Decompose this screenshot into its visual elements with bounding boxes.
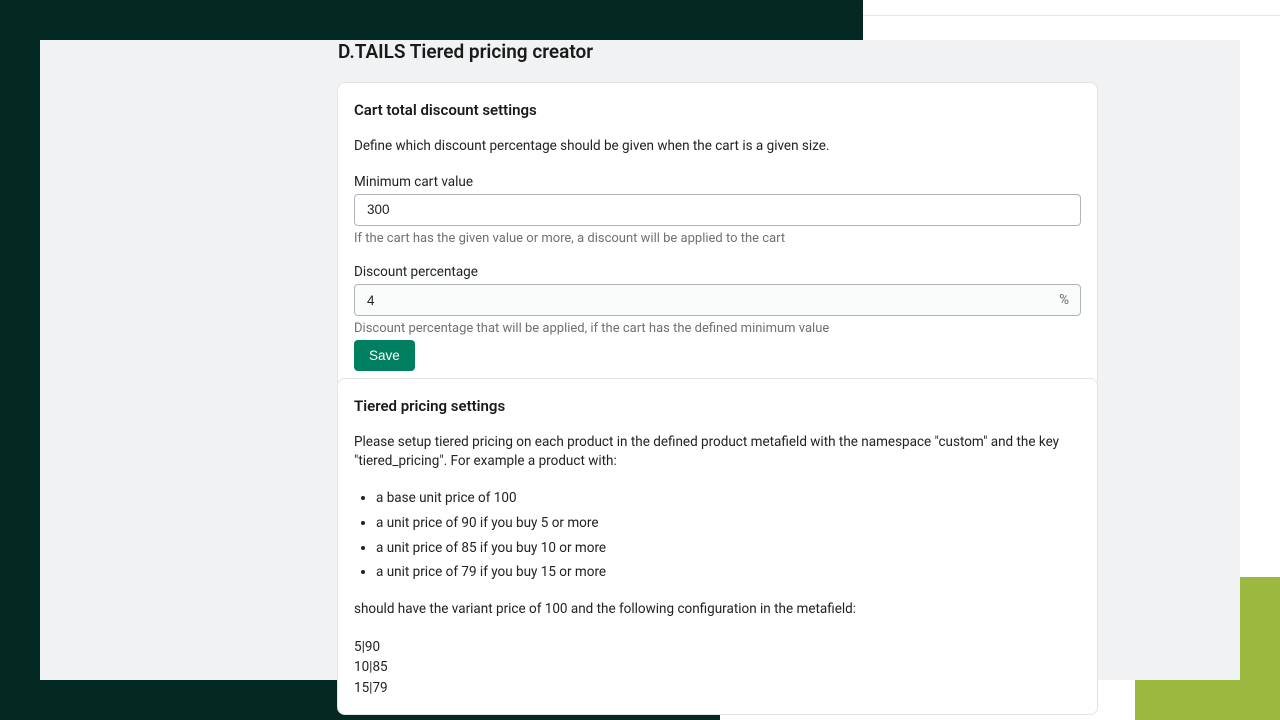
save-button[interactable]: Save	[354, 340, 415, 371]
tiered-pricing-desc: Please setup tiered pricing on each prod…	[354, 433, 1081, 471]
decor-olive-right	[1240, 577, 1280, 680]
min-cart-input[interactable]	[354, 194, 1081, 226]
code-line: 5|90	[354, 637, 1081, 657]
decor-top-divider	[863, 15, 1280, 16]
tiered-pricing-title: Tiered pricing settings	[354, 397, 1081, 415]
decor-dark-top	[0, 0, 863, 40]
discount-pct-label: Discount percentage	[354, 264, 1081, 280]
list-item: a unit price of 90 if you buy 5 or more	[376, 514, 1081, 533]
decor-olive-bottom	[1135, 680, 1280, 720]
code-line: 15|79	[354, 678, 1081, 698]
page-title: D.TAILS Tiered pricing creator	[338, 40, 593, 63]
tiered-pricing-codes: 5|90 10|85 15|79	[354, 637, 1081, 698]
content-area: D.TAILS Tiered pricing creator Cart tota…	[40, 40, 1240, 680]
discount-pct-input[interactable]	[354, 284, 1081, 316]
min-cart-help: If the cart has the given value or more,…	[354, 230, 1081, 248]
list-item: a unit price of 85 if you buy 10 or more	[376, 539, 1081, 558]
min-cart-input-wrap	[354, 194, 1081, 226]
tiered-pricing-bullets: a base unit price of 100 a unit price of…	[354, 489, 1081, 583]
discount-pct-help: Discount percentage that will be applied…	[354, 320, 1081, 338]
min-cart-label: Minimum cart value	[354, 174, 1081, 190]
list-item: a unit price of 79 if you buy 15 or more	[376, 563, 1081, 582]
cart-discount-title: Cart total discount settings	[354, 101, 1081, 119]
cart-discount-desc: Define which discount percentage should …	[354, 137, 1081, 156]
list-item: a base unit price of 100	[376, 489, 1081, 508]
tiered-pricing-after: should have the variant price of 100 and…	[354, 600, 1081, 619]
cart-discount-card: Cart total discount settings Define whic…	[337, 82, 1098, 388]
code-line: 10|85	[354, 657, 1081, 677]
decor-dark-left	[0, 40, 40, 720]
discount-pct-input-wrap: %	[354, 284, 1081, 316]
tiered-pricing-card: Tiered pricing settings Please setup tie…	[337, 378, 1098, 715]
